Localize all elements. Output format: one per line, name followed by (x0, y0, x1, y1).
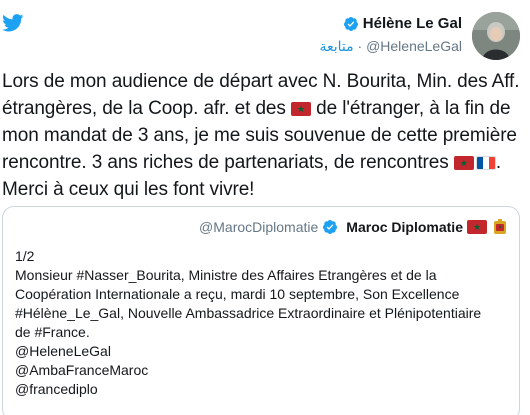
avatar[interactable] (472, 12, 520, 60)
quoted-mention[interactable]: @HeleneLeGal (15, 342, 505, 361)
twitter-bird-icon[interactable] (2, 14, 24, 32)
quoted-tweet-text: 1/2 Monsieur #Nasser_Bourita, Ministre d… (15, 247, 505, 399)
follow-button[interactable]: متابعة (319, 39, 353, 55)
verified-badge-icon (343, 16, 358, 31)
quoted-tweet-card[interactable]: @MarocDiplomatie Maroc Diplomatie 1/2 Mo… (2, 206, 520, 415)
quoted-line: 1/2 (15, 248, 35, 264)
author-display-name[interactable]: Hélène Le Gal (363, 15, 462, 32)
quoted-line: de #France. (15, 324, 90, 340)
author-name-block: Hélène Le Gal متابعة · @HeleneLeGal (319, 15, 462, 55)
morocco-flag-icon (453, 156, 474, 170)
quoted-line: #Hélène_Le_Gal, Nouvelle Ambassadrice Ex… (15, 305, 482, 321)
morocco-coat-of-arms-icon (494, 219, 506, 234)
avatar-portrait-icon (472, 12, 520, 60)
quoted-tweet-header: @MarocDiplomatie Maroc Diplomatie (199, 219, 507, 235)
author-handle[interactable]: @HeleneLeGal (366, 38, 462, 54)
tweet-author-header: Hélène Le Gal متابعة · @HeleneLeGal (319, 12, 520, 60)
quoted-author-handle[interactable]: @MarocDiplomatie (199, 219, 318, 235)
quoted-mention[interactable]: @AmbaFranceMaroc (15, 361, 505, 380)
morocco-flag-icon (467, 220, 487, 234)
morocco-flag-icon (290, 102, 311, 116)
quoted-mention[interactable]: @francediplo (15, 380, 505, 399)
quoted-line: Monsieur #Nasser_Bourita, Ministre des A… (15, 267, 437, 283)
tweet-text: Lors de mon audience de départ avec N. B… (2, 68, 522, 203)
quoted-author-display-name[interactable]: Maroc Diplomatie (346, 219, 463, 235)
france-flag-icon (475, 156, 496, 170)
verified-badge-icon (323, 220, 338, 234)
quoted-line: Coopération Internationale a reçu, mardi… (15, 286, 460, 302)
separator-dot: · (357, 38, 363, 54)
author-name-row: Hélène Le Gal (319, 15, 462, 32)
author-sub-row: متابعة · @HeleneLeGal (319, 38, 462, 55)
